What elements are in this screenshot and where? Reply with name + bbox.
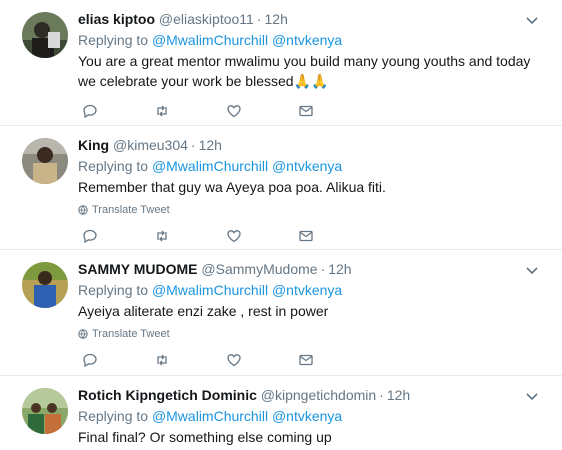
reply-button[interactable] bbox=[82, 350, 154, 370]
reply-icon bbox=[83, 229, 97, 244]
translate-label[interactable]: Translate Tweet bbox=[92, 326, 170, 342]
separator-dot: · bbox=[190, 137, 196, 153]
replying-to: Replying to @MwalimChurchill @ntvkenya bbox=[78, 280, 550, 300]
timestamp[interactable]: 12h bbox=[387, 387, 410, 403]
retweet-icon bbox=[157, 354, 167, 366]
timestamp[interactable]: 12h bbox=[199, 137, 222, 153]
translate-tweet[interactable]: Translate Tweet bbox=[78, 202, 550, 218]
globe-icon bbox=[78, 329, 88, 339]
reply-icon bbox=[83, 104, 97, 119]
mention-link[interactable]: @MwalimChurchill bbox=[152, 32, 268, 48]
like-button[interactable] bbox=[226, 226, 298, 246]
message-button[interactable] bbox=[298, 101, 370, 121]
avatar[interactable] bbox=[22, 12, 68, 58]
translate-tweet[interactable]: Translate Tweet bbox=[78, 326, 550, 342]
mention-link[interactable]: @ntvkenya bbox=[272, 282, 342, 298]
tweet-actions bbox=[78, 342, 550, 378]
like-button[interactable] bbox=[226, 101, 298, 121]
replying-to-label: Replying to bbox=[78, 282, 149, 298]
translate-label[interactable]: Translate Tweet bbox=[92, 202, 170, 218]
reply-button[interactable] bbox=[82, 226, 154, 246]
reply-button[interactable] bbox=[82, 101, 154, 121]
author-handle[interactable]: @eliaskiptoo11 bbox=[159, 11, 254, 27]
author-handle[interactable]: @kimeu304 bbox=[113, 137, 188, 153]
tweet[interactable]: elias kiptoo @eliaskiptoo11 · 12h Replying… bbox=[0, 0, 562, 126]
tweet-text: You are a great mentor mwalimu you build… bbox=[78, 51, 550, 91]
message-button[interactable] bbox=[298, 350, 370, 370]
author-name[interactable]: Rotich Kipngetich Dominic bbox=[78, 387, 257, 403]
replying-to: Replying to @MwalimChurchill @ntvkenya bbox=[78, 156, 550, 176]
message-button[interactable] bbox=[298, 226, 370, 246]
separator-dot: · bbox=[256, 11, 262, 27]
message-icon bbox=[299, 354, 313, 366]
tweet-actions bbox=[78, 93, 550, 129]
avatar[interactable] bbox=[22, 138, 68, 184]
replying-to: Replying to @MwalimChurchill @ntvkenya bbox=[78, 30, 550, 50]
mention-link[interactable]: @MwalimChurchill bbox=[152, 158, 268, 174]
tweet[interactable]: SAMMY MUDOME @SammyMudome · 12h Replying t… bbox=[0, 250, 562, 376]
author-name[interactable]: elias kiptoo bbox=[78, 11, 155, 27]
retweet-icon bbox=[157, 230, 167, 242]
retweet-icon bbox=[157, 105, 167, 117]
avatar[interactable] bbox=[22, 262, 68, 308]
retweet-button[interactable] bbox=[154, 350, 226, 370]
author-handle[interactable]: @kipngetichdomin bbox=[261, 387, 376, 403]
author-name[interactable]: King bbox=[78, 137, 109, 153]
retweet-button[interactable] bbox=[154, 226, 226, 246]
retweet-button[interactable] bbox=[154, 101, 226, 121]
mention-link[interactable]: @ntvkenya bbox=[272, 408, 342, 424]
message-icon bbox=[299, 230, 313, 242]
tweet[interactable]: Rotich Kipngetich Dominic @kipngetichdom… bbox=[0, 376, 562, 450]
timestamp[interactable]: 12h bbox=[328, 261, 351, 277]
like-icon bbox=[227, 105, 241, 118]
avatar[interactable] bbox=[22, 388, 68, 434]
author-name[interactable]: SAMMY MUDOME bbox=[78, 261, 198, 277]
author-handle[interactable]: @SammyMudome bbox=[201, 261, 317, 277]
tweet-text: Remember that guy wa Ayeya poa poa. Alik… bbox=[78, 179, 386, 195]
mention-link[interactable]: @ntvkenya bbox=[272, 158, 342, 174]
like-icon bbox=[227, 354, 241, 367]
mention-link[interactable]: @MwalimChurchill bbox=[152, 408, 268, 424]
reply-icon bbox=[83, 353, 97, 368]
tweet-text: Final final? Or something else coming up bbox=[78, 429, 332, 445]
like-button[interactable] bbox=[226, 350, 298, 370]
mention-link[interactable]: @ntvkenya bbox=[272, 32, 342, 48]
chevron-down-icon[interactable] bbox=[524, 388, 540, 404]
separator-dot: · bbox=[320, 261, 326, 277]
tweet-actions bbox=[78, 218, 550, 254]
chevron-down-icon[interactable] bbox=[524, 262, 540, 278]
replying-to-label: Replying to bbox=[78, 32, 149, 48]
replying-to-label: Replying to bbox=[78, 158, 149, 174]
tweet[interactable]: King @kimeu304 · 12h Replying to @MwalimCh… bbox=[0, 126, 562, 250]
tweet-text: Ayeiya aliterate enzi zake , rest in pow… bbox=[78, 303, 329, 319]
timestamp[interactable]: 12h bbox=[265, 11, 288, 27]
globe-icon bbox=[78, 205, 88, 215]
folded-hands-emoji: 🙏🙏 bbox=[293, 73, 329, 89]
separator-dot: · bbox=[379, 387, 384, 403]
like-icon bbox=[227, 230, 241, 243]
replying-to-label: Replying to bbox=[78, 408, 149, 424]
replying-to: Replying to @MwalimChurchill @ntvkenya bbox=[78, 406, 550, 426]
chevron-down-icon[interactable] bbox=[524, 12, 540, 28]
mention-link[interactable]: @MwalimChurchill bbox=[152, 282, 268, 298]
message-icon bbox=[299, 105, 313, 117]
